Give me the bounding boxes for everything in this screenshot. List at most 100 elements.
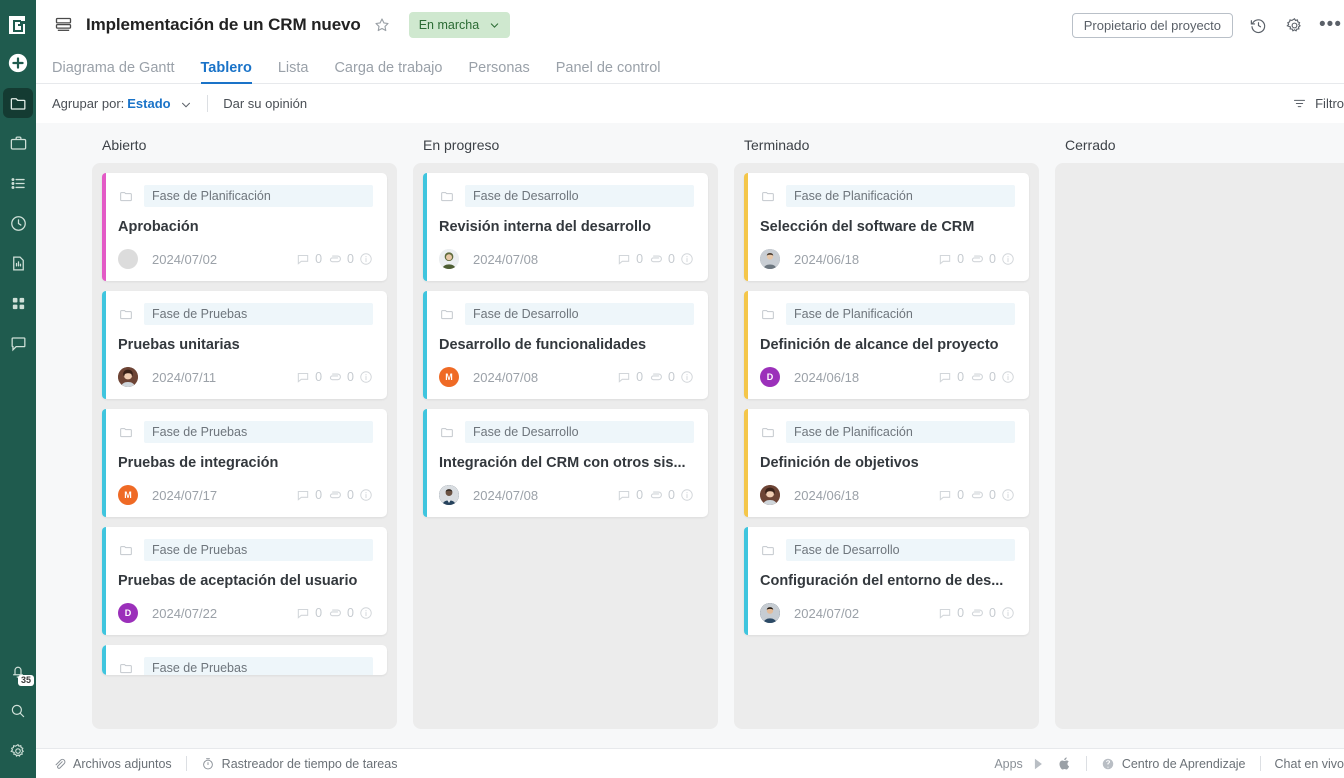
card-phase-chip: Fase de Planificación: [144, 185, 373, 207]
board-card[interactable]: Fase de Desarrollo Configuración del ent…: [744, 527, 1029, 635]
star-outline-icon[interactable]: [373, 16, 391, 34]
paperclip-icon: [969, 370, 984, 385]
sidebar-item-timesheets[interactable]: [3, 208, 33, 238]
tab-dashboard[interactable]: Panel de control: [556, 60, 661, 83]
column-cards-empty[interactable]: [1055, 163, 1344, 729]
info-icon[interactable]: [1001, 252, 1015, 266]
card-footer: D 2024/06/18 0 0: [760, 367, 1015, 387]
card-header: Fase de Planificación: [118, 185, 373, 207]
info-icon[interactable]: [680, 488, 694, 502]
notifications-button[interactable]: 35: [3, 656, 34, 686]
status-badge[interactable]: En marcha: [408, 12, 511, 38]
avatar[interactable]: [760, 603, 780, 623]
info-icon[interactable]: [1001, 370, 1015, 384]
group-by-control[interactable]: Agrupar por: Estado: [52, 96, 192, 111]
tab-board[interactable]: Tablero: [200, 60, 253, 84]
info-icon[interactable]: [359, 488, 373, 502]
info-icon[interactable]: [680, 252, 694, 266]
feedback-link[interactable]: Dar su opinión: [223, 96, 307, 111]
board-card[interactable]: Fase de Desarrollo Integración del CRM c…: [423, 409, 708, 517]
attachments-button[interactable]: Archivos adjuntos: [52, 757, 172, 771]
card-color-bar: [423, 173, 427, 281]
avatar[interactable]: [118, 367, 138, 387]
apple-icon[interactable]: [1058, 756, 1072, 771]
folder-icon: [760, 306, 776, 322]
avatar[interactable]: [760, 249, 780, 269]
avatar[interactable]: D: [760, 367, 780, 387]
tab-people[interactable]: Personas: [468, 60, 529, 83]
sidebar-item-portfolio[interactable]: [3, 128, 33, 158]
settings-button[interactable]: [3, 736, 33, 766]
board-card[interactable]: Fase de Planificación Selección del soft…: [744, 173, 1029, 281]
info-icon[interactable]: [359, 370, 373, 384]
card-date: 2024/07/02: [794, 605, 860, 621]
column-cards[interactable]: Fase de Planificación Aprobación 2024/07…: [92, 163, 397, 729]
info-icon[interactable]: [1001, 606, 1015, 620]
info-icon[interactable]: [359, 606, 373, 620]
avatar[interactable]: M: [118, 485, 138, 505]
header-gear-icon[interactable]: [1283, 14, 1305, 36]
board-card-partial[interactable]: Fase de Pruebas: [102, 645, 387, 675]
comment-icon: [938, 252, 952, 266]
card-title: Definición de alcance del proyecto: [760, 337, 999, 353]
sidebar-item-chat[interactable]: [3, 328, 33, 358]
live-chat-button[interactable]: Chat en vivo: [1275, 757, 1344, 771]
info-icon[interactable]: [1001, 488, 1015, 502]
card-meta: 0 0: [296, 606, 373, 621]
time-tracker-button[interactable]: Rastreador de tiempo de tareas: [201, 757, 397, 771]
tab-workload[interactable]: Carga de trabajo: [334, 60, 442, 83]
avatar[interactable]: [760, 485, 780, 505]
avatar[interactable]: [439, 249, 459, 269]
comment-icon: [938, 370, 952, 384]
board-card[interactable]: Fase de Planificación Aprobación 2024/07…: [102, 173, 387, 281]
filter-button[interactable]: Filtro: [1292, 96, 1344, 111]
attachment-count: 0: [347, 606, 354, 620]
board-card[interactable]: Fase de Pruebas Pruebas de integración M…: [102, 409, 387, 517]
sidebar-item-projects[interactable]: [3, 88, 33, 118]
ellipsis-icon[interactable]: •••: [1319, 15, 1342, 34]
tab-list[interactable]: Lista: [278, 60, 309, 83]
info-icon[interactable]: [680, 370, 694, 384]
chevron-down-icon: [489, 20, 500, 31]
owner-chip[interactable]: Propietario del proyecto: [1071, 12, 1234, 38]
attachment-count: 0: [668, 488, 675, 502]
google-play-icon[interactable]: [1032, 757, 1046, 771]
history-clock-icon[interactable]: [1247, 14, 1269, 36]
avatar[interactable]: M: [439, 367, 459, 387]
brand-logo-g[interactable]: [5, 12, 31, 38]
toolbar-divider: [207, 95, 209, 112]
left-nav-rail: 35: [0, 0, 36, 778]
board-card[interactable]: Fase de Pruebas Pruebas unitarias 2024/0…: [102, 291, 387, 399]
avatar[interactable]: [118, 249, 138, 269]
card-color-bar: [423, 409, 427, 517]
info-icon[interactable]: [359, 252, 373, 266]
sidebar-item-reports[interactable]: [3, 248, 33, 278]
card-header: Fase de Planificación: [760, 303, 1015, 325]
search-button[interactable]: [3, 696, 33, 726]
board-columns: Abierto Fase de Planificación Aprobación: [92, 137, 1344, 748]
avatar[interactable]: D: [118, 603, 138, 623]
column-title: En progreso: [423, 137, 500, 153]
card-meta: 0 0: [296, 488, 373, 503]
attachment-count: 0: [347, 370, 354, 384]
chevron-down-icon[interactable]: [180, 99, 192, 111]
board-card[interactable]: Fase de Planificación Definición de obje…: [744, 409, 1029, 517]
add-button[interactable]: [3, 48, 33, 78]
tab-gantt[interactable]: Diagrama de Gantt: [52, 60, 175, 83]
board-card[interactable]: Fase de Planificación Definición de alca…: [744, 291, 1029, 399]
avatar[interactable]: [439, 485, 459, 505]
learning-center-button[interactable]: Centro de Aprendizaje: [1101, 757, 1246, 771]
board-card[interactable]: Fase de Desarrollo Desarrollo de funcion…: [423, 291, 708, 399]
sidebar-item-apps-grid[interactable]: [3, 288, 33, 318]
board-card[interactable]: Fase de Pruebas Pruebas de aceptación de…: [102, 527, 387, 635]
comment-count: 0: [957, 488, 965, 502]
card-date: 2024/06/18: [794, 487, 860, 503]
card-footer: 2024/06/18 0 0: [760, 485, 1015, 505]
sidebar-item-tasks-list[interactable]: [3, 168, 33, 198]
apps-label: Apps: [994, 756, 1023, 771]
column-cards[interactable]: Fase de Desarrollo Revisión interna del …: [413, 163, 718, 729]
card-meta: 0 0: [938, 488, 1015, 503]
card-footer: 2024/07/02 0 0: [760, 603, 1015, 623]
board-card[interactable]: Fase de Desarrollo Revisión interna del …: [423, 173, 708, 281]
column-cards[interactable]: Fase de Planificación Selección del soft…: [734, 163, 1039, 729]
